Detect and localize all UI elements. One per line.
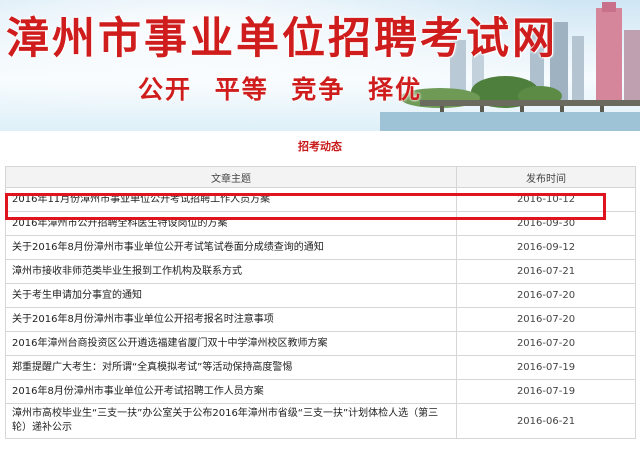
table-row: 漳州市接收非师范类毕业生报到工作机构及联系方式 2016-07-21 (5, 259, 636, 284)
table-row: 关于2016年8月份漳州市事业单位公开考试笔试卷面分成绩查询的通知 2016-0… (5, 235, 636, 260)
article-link[interactable]: 关于2016年8月份漳州市事业单位公开考试笔试卷面分成绩查询的通知 (5, 235, 457, 260)
article-link[interactable]: 漳州市接收非师范类毕业生报到工作机构及联系方式 (5, 259, 457, 284)
section-heading: 招考动态 (298, 140, 342, 153)
site-banner: 漳州市事业单位招聘考试网 公开 平等 竞争 择优 (0, 0, 640, 131)
table-row: 2016年漳州市公开招聘全科医生特设岗位的方案 2016-09-30 (5, 211, 636, 236)
news-table: 文章主题 发布时间 2016年11月份漳州市事业单位公开考试招聘工作人员方案 2… (5, 166, 636, 439)
site-slogan: 公开 平等 竞争 择优 (138, 75, 423, 104)
publish-date: 2016-07-20 (456, 283, 636, 308)
table-row: 关于2016年8月份漳州市事业单位公开招考报名时注意事项 2016-07-20 (5, 307, 636, 332)
article-link[interactable]: 2016年11月份漳州市事业单位公开考试招聘工作人员方案 (5, 187, 457, 212)
publish-date: 2016-07-19 (456, 355, 636, 380)
table-row: 郑重提醒广大考生：对所谓“全真模拟考试”等活动保持高度警惕 2016-07-19 (5, 355, 636, 380)
article-link[interactable]: 郑重提醒广大考生：对所谓“全真模拟考试”等活动保持高度警惕 (5, 355, 457, 380)
table-row: 关于考生申请加分事宜的通知 2016-07-20 (5, 283, 636, 308)
column-header-title: 文章主题 (5, 166, 457, 188)
article-link[interactable]: 关于考生申请加分事宜的通知 (5, 283, 457, 308)
publish-date: 2016-10-12 (456, 187, 636, 212)
table-row: 漳州市高校毕业生“三支一扶”办公室关于公布2016年漳州市省级“三支一扶”计划体… (5, 403, 636, 439)
table-row: 2016年11月份漳州市事业单位公开考试招聘工作人员方案 2016-10-12 (5, 187, 636, 212)
publish-date: 2016-09-30 (456, 211, 636, 236)
article-link[interactable]: 关于2016年8月份漳州市事业单位公开招考报名时注意事项 (5, 307, 457, 332)
publish-date: 2016-07-19 (456, 379, 636, 404)
article-link[interactable]: 2016年漳州市公开招聘全科医生特设岗位的方案 (5, 211, 457, 236)
publish-date: 2016-07-20 (456, 307, 636, 332)
publish-date: 2016-09-12 (456, 235, 636, 260)
publish-date: 2016-06-21 (456, 403, 636, 439)
publish-date: 2016-07-21 (456, 259, 636, 284)
table-row: 2016年漳州台商投资区公开遴选福建省厦门双十中学漳州校区教师方案 2016-0… (5, 331, 636, 356)
column-header-date: 发布时间 (456, 166, 636, 188)
table-header-row: 文章主题 发布时间 (5, 166, 636, 188)
table-row: 2016年8月份漳州市事业单位公开考试招聘工作人员方案 2016-07-19 (5, 379, 636, 404)
article-link[interactable]: 2016年漳州台商投资区公开遴选福建省厦门双十中学漳州校区教师方案 (5, 331, 457, 356)
article-link[interactable]: 漳州市高校毕业生“三支一扶”办公室关于公布2016年漳州市省级“三支一扶”计划体… (5, 403, 457, 439)
article-link[interactable]: 2016年8月份漳州市事业单位公开考试招聘工作人员方案 (5, 379, 457, 404)
publish-date: 2016-07-20 (456, 331, 636, 356)
site-title: 漳州市事业单位招聘考试网 (6, 14, 558, 64)
